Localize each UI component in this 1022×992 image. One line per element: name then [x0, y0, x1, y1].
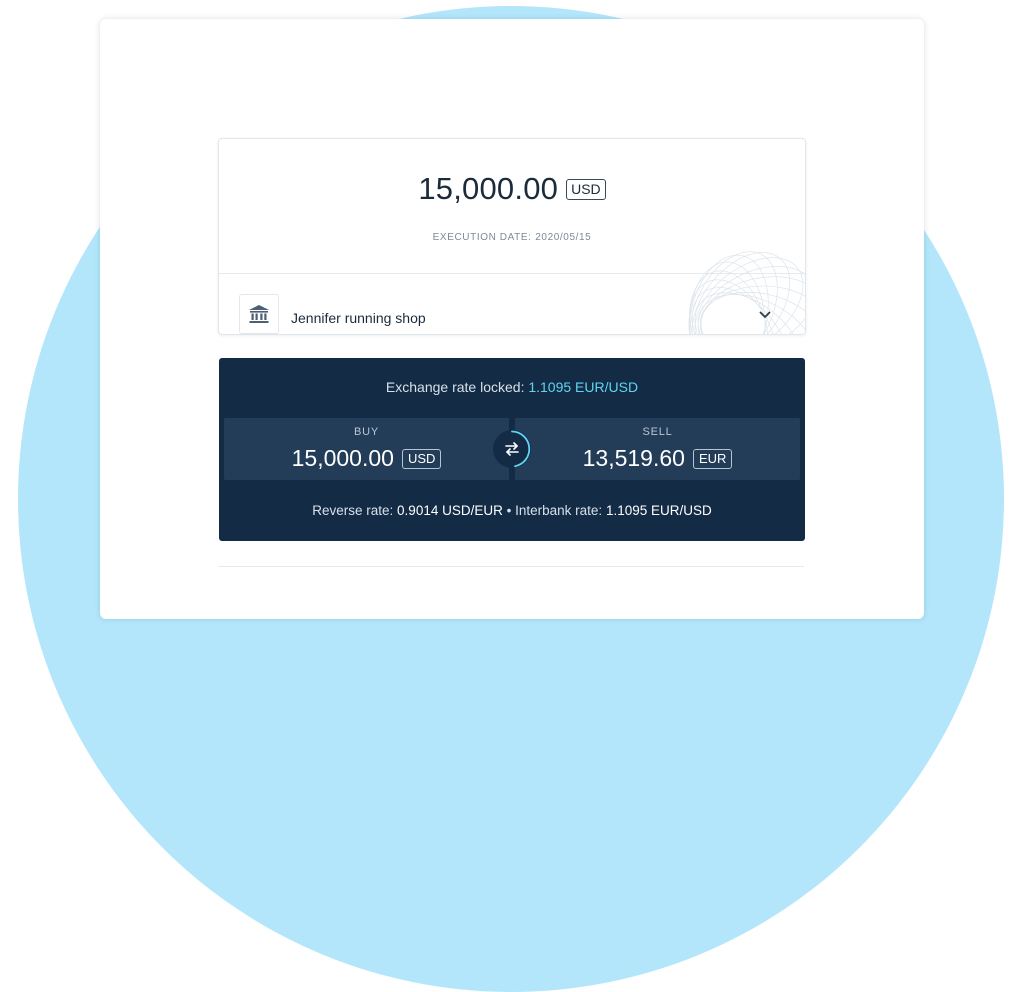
rates-footer: Reverse rate: 0.9014 USD/EUR • Interbank…	[219, 503, 805, 518]
payment-summary-card: 15,000.00 USD EXECUTION DATE: 2020/05/15…	[218, 138, 806, 335]
payment-amount: 15,000.00	[418, 171, 559, 206]
execution-date: EXECUTION DATE: 2020/05/15	[219, 232, 805, 243]
payment-amount-row: 15,000.00 USD	[219, 171, 805, 207]
payee-name: Jennifer running shop	[291, 310, 426, 326]
execution-date-value: 2020/05/15	[535, 232, 592, 243]
payment-currency-badge: USD	[566, 178, 606, 200]
buy-label: BUY	[353, 426, 380, 438]
bank-icon	[249, 305, 269, 323]
bottom-divider	[218, 566, 804, 567]
interbank-rate-value: 1.1095 EUR/USD	[605, 503, 712, 518]
swap-currencies-button[interactable]	[493, 430, 531, 468]
sell-currency-badge: EUR	[692, 448, 733, 469]
guilloche-pattern	[688, 251, 805, 334]
buy-amount: 15,000.00	[291, 445, 394, 471]
bank-icon-box	[239, 294, 279, 334]
rate-locked-label: Exchange rate locked:	[385, 379, 525, 395]
execution-date-label: EXECUTION DATE:	[432, 232, 532, 243]
swap-progress-ring	[511, 430, 531, 468]
sell-label: SELL	[642, 426, 673, 438]
reverse-rate-label: Reverse rate:	[312, 503, 394, 518]
sell-amount-row: 13,519.60 EUR	[515, 445, 800, 472]
rate-locked-line: Exchange rate locked: 1.1095 EUR/USD	[219, 379, 805, 395]
rate-locked-value: 1.1095 EUR/USD	[528, 379, 639, 395]
main-panel: 15,000.00 USD EXECUTION DATE: 2020/05/15…	[100, 19, 924, 619]
buy-currency-badge: USD	[401, 448, 442, 469]
sell-box: SELL 13,519.60 EUR	[515, 418, 800, 480]
buy-amount-row: 15,000.00 USD	[224, 445, 509, 472]
sell-amount: 13,519.60	[582, 445, 685, 471]
interbank-rate-label: Interbank rate:	[515, 503, 603, 518]
buy-box: BUY 15,000.00 USD	[224, 418, 509, 480]
chevron-down-icon	[759, 311, 771, 318]
expand-payee-button[interactable]	[757, 307, 773, 323]
exchange-card: Exchange rate locked: 1.1095 EUR/USD BUY…	[219, 358, 805, 541]
reverse-rate-value: 0.9014 USD/EUR	[397, 503, 503, 518]
rates-separator: •	[506, 503, 512, 518]
